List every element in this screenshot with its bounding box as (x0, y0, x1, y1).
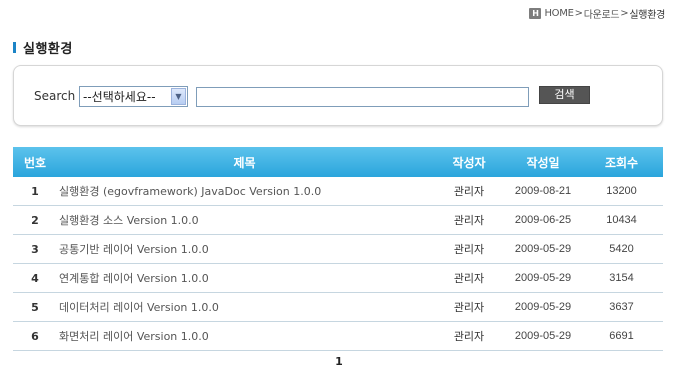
breadcrumb-separator: > (574, 7, 583, 19)
row-title-link[interactable]: 화면처리 레이어 Version 1.0.0 (57, 328, 432, 344)
chevron-down-icon[interactable]: ▼ (171, 88, 186, 105)
row-title-link[interactable]: 실행환경 소스 Version 1.0.0 (57, 212, 432, 228)
row-author: 관리자 (453, 185, 485, 198)
row-views: 6691 (609, 330, 634, 342)
row-no: 5 (31, 300, 39, 314)
page-title-row: 실행환경 (13, 38, 73, 57)
row-title-link[interactable]: 연계통합 레이어 Version 1.0.0 (57, 270, 432, 286)
row-author: 관리자 (453, 243, 485, 256)
pagination: 1 (0, 355, 678, 368)
row-date: 2009-05-29 (514, 330, 572, 342)
row-views: 3637 (609, 301, 634, 313)
search-button[interactable]: 검색 (539, 86, 590, 104)
table-row: 6 화면처리 레이어 Version 1.0.0 관리자 2009-05-29 … (13, 322, 663, 351)
header-title: 제목 (233, 155, 256, 170)
header-views: 조회수 (604, 155, 639, 170)
row-date: 2009-05-29 (514, 243, 572, 255)
table-row: 5 데이터처리 레이어 Version 1.0.0 관리자 2009-05-29… (13, 293, 663, 322)
row-views: 10434 (606, 214, 637, 226)
search-select-value: --선택하세요-- (83, 90, 156, 104)
search-condition-select[interactable]: --선택하세요-- ▼ (79, 86, 188, 107)
header-date: 작성일 (526, 155, 560, 170)
row-no: 1 (31, 184, 39, 198)
table-header-row: 번호 제목 작성자 작성일 조회수 (13, 147, 663, 177)
table-row: 1 실행환경 (egovframework) JavaDoc Version 1… (13, 177, 663, 206)
table-row: 2 실행환경 소스 Version 1.0.0 관리자 2009-06-25 1… (13, 206, 663, 235)
header-author: 작성자 (452, 155, 486, 170)
search-input[interactable] (196, 87, 529, 107)
breadcrumb-current: 실행환경 (629, 9, 665, 21)
table-row: 4 연계통합 레이어 Version 1.0.0 관리자 2009-05-29 … (13, 264, 663, 293)
page-link-current[interactable]: 1 (335, 355, 343, 368)
row-date: 2009-06-25 (514, 214, 572, 226)
row-no: 2 (31, 213, 39, 227)
page-title: 실행환경 (23, 42, 73, 57)
home-icon: H (529, 7, 542, 19)
breadcrumb: H HOME > 다운로드 > 실행환경 (529, 6, 665, 21)
breadcrumb-download-link[interactable]: 다운로드 (584, 6, 620, 21)
row-title-link[interactable]: 데이터처리 레이어 Version 1.0.0 (57, 299, 432, 315)
title-accent-bar (13, 42, 16, 53)
row-date: 2009-05-29 (514, 272, 572, 284)
row-author: 관리자 (453, 301, 485, 314)
row-views: 13200 (606, 185, 637, 197)
row-views: 3154 (609, 272, 634, 284)
row-no: 4 (31, 271, 39, 285)
header-no: 번호 (23, 155, 47, 170)
table-row: 3 공통기반 레이어 Version 1.0.0 관리자 2009-05-29 … (13, 235, 663, 264)
row-no: 6 (31, 329, 39, 343)
row-no: 3 (31, 242, 39, 256)
breadcrumb-home-link[interactable]: HOME (544, 8, 573, 19)
board-table: 번호 제목 작성자 작성일 조회수 1 실행환경 (egovframework)… (13, 147, 663, 351)
breadcrumb-separator: > (620, 7, 629, 19)
row-date: 2009-05-29 (514, 301, 572, 313)
row-date: 2009-08-21 (514, 185, 572, 197)
search-panel: Search --선택하세요-- ▼ 검색 (13, 65, 663, 126)
row-title-link[interactable]: 공통기반 레이어 Version 1.0.0 (57, 241, 432, 257)
row-author: 관리자 (453, 330, 485, 343)
row-views: 5420 (609, 243, 634, 255)
search-label: Search (34, 89, 76, 103)
row-author: 관리자 (453, 214, 485, 227)
row-title-link[interactable]: 실행환경 (egovframework) JavaDoc Version 1.0… (57, 183, 432, 199)
row-author: 관리자 (453, 272, 485, 285)
